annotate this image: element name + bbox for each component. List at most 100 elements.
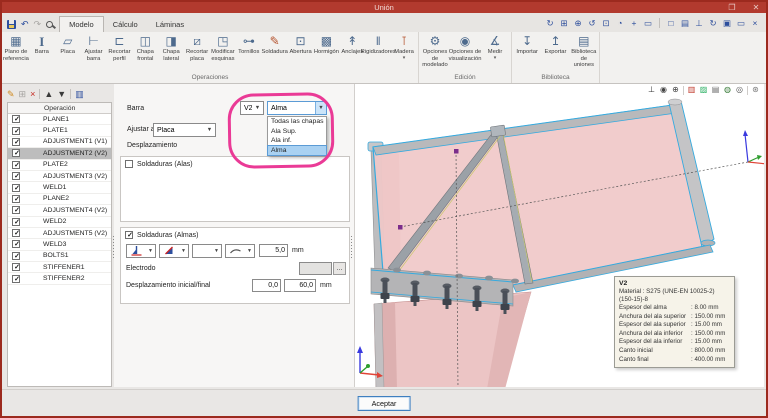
desplazamiento-final-input[interactable]: 60,0 bbox=[284, 279, 316, 292]
visibility-icon[interactable]: ◎ bbox=[735, 85, 744, 95]
orbit-icon[interactable]: ↺ bbox=[587, 18, 597, 28]
search-icon[interactable] bbox=[46, 20, 54, 28]
operation-checkbox[interactable] bbox=[12, 240, 21, 249]
move-down-icon[interactable]: ▼ bbox=[57, 89, 66, 100]
operation-checkbox[interactable] bbox=[12, 229, 21, 238]
operation-row[interactable]: WELD3 bbox=[8, 239, 111, 251]
soldaduras-almas-checkbox[interactable] bbox=[125, 231, 134, 240]
ribbon-button-opening[interactable]: ⊡ Abertura bbox=[288, 33, 314, 56]
front-view-icon[interactable]: ▥ bbox=[687, 85, 696, 95]
delete-icon[interactable]: × bbox=[30, 89, 35, 100]
operation-checkbox[interactable] bbox=[12, 137, 21, 147]
panel-splitter[interactable] bbox=[112, 84, 115, 387]
dropdown-option[interactable]: Ala inf. bbox=[268, 136, 326, 146]
weld-size-input[interactable]: 5,0 bbox=[259, 244, 288, 257]
ribbon-button-measure[interactable]: ∡ Medir ▾ bbox=[480, 33, 510, 60]
pan-icon[interactable]: + bbox=[629, 18, 639, 28]
edit-icon[interactable]: ✎ bbox=[7, 89, 15, 100]
ribbon-button-export[interactable]: ↥ Exportar bbox=[541, 33, 569, 56]
operation-row[interactable]: STIFFENER1 bbox=[8, 262, 111, 274]
operation-checkbox[interactable] bbox=[12, 217, 21, 227]
zoom-window-icon[interactable]: ⊡ bbox=[601, 18, 611, 28]
ribbon-button-frontplate[interactable]: ◫ Chapa frontal bbox=[132, 33, 158, 62]
ribbon-button-modelopts[interactable]: ⚙ Opciones de modelado bbox=[420, 33, 450, 69]
orbit-icon[interactable]: ◉ bbox=[659, 85, 668, 95]
operation-row[interactable]: PLANE1 bbox=[8, 114, 111, 126]
attach-icon[interactable]: ▥ bbox=[75, 89, 84, 100]
ribbon-button-ibeam[interactable]: I Barra bbox=[29, 33, 55, 56]
undo-icon[interactable]: ↶ bbox=[21, 19, 29, 29]
operation-row[interactable]: ADJUSTMENT3 (V2) bbox=[8, 171, 111, 183]
sheet-icon[interactable]: ▣ bbox=[722, 18, 732, 28]
operation-row[interactable]: STIFFENER2 bbox=[8, 273, 111, 285]
operation-checkbox[interactable] bbox=[12, 183, 21, 193]
shaded-view-icon[interactable]: ◔ bbox=[615, 18, 625, 28]
operation-checkbox[interactable] bbox=[12, 251, 21, 261]
operation-row[interactable]: ADJUSTMENT5 (V2) bbox=[8, 228, 111, 240]
none-weld-icon[interactable]: ▼ bbox=[192, 244, 222, 258]
desplazamiento-inicial-input[interactable]: 0,0 bbox=[252, 279, 281, 292]
operation-row[interactable]: BOLTS1 bbox=[8, 251, 111, 263]
pan-icon[interactable]: ⊕ bbox=[671, 85, 680, 95]
soldaduras-alas-checkbox[interactable] bbox=[125, 160, 133, 168]
side-view-icon[interactable]: ▨ bbox=[699, 85, 708, 95]
copy-icon[interactable]: ⊞ bbox=[19, 89, 27, 100]
operation-row[interactable]: ADJUSTMENT1 (V1) bbox=[8, 137, 111, 149]
operation-row[interactable]: WELD2 bbox=[8, 217, 111, 228]
operation-row[interactable]: ADJUSTMENT4 (V2) bbox=[8, 205, 111, 217]
operation-row[interactable]: PLATE2 bbox=[8, 160, 111, 171]
viewport-3d[interactable]: ⊥ ◉ ⊕ ▥ ▨ ▤ ◍ ◎ ⊛ V2 Material: S275 (UN… bbox=[354, 84, 764, 387]
plate-dropdown[interactable]: Alma ▼ bbox=[267, 101, 327, 115]
zoom-in-icon[interactable]: ⊕ bbox=[573, 18, 583, 28]
operation-checkbox[interactable] bbox=[12, 194, 21, 204]
operation-row[interactable]: WELD1 bbox=[8, 182, 111, 194]
move-up-icon[interactable]: ▲ bbox=[44, 89, 53, 100]
operation-checkbox[interactable] bbox=[12, 172, 21, 181]
ribbon-button-trimprofile[interactable]: ⊏ Recortar perfil bbox=[107, 33, 133, 62]
operation-checkbox[interactable] bbox=[12, 149, 21, 158]
operation-checkbox[interactable] bbox=[12, 263, 21, 272]
operation-checkbox[interactable] bbox=[12, 115, 21, 124]
grab-icon[interactable]: ⊛ bbox=[751, 85, 760, 95]
tab-láminas[interactable]: Láminas bbox=[147, 17, 193, 32]
save-icon[interactable] bbox=[7, 19, 16, 29]
ribbon-button-trimplate[interactable]: ⧄ Recortar placa bbox=[184, 33, 210, 62]
fillet-weld-icon[interactable]: ▼ bbox=[126, 244, 156, 258]
ribbon-button-concrete[interactable]: ▩ Hormigón bbox=[314, 33, 340, 56]
electrodo-browse-button[interactable]: ... bbox=[333, 262, 346, 275]
redo-icon[interactable]: ↷ bbox=[34, 19, 42, 29]
operation-checkbox[interactable] bbox=[12, 126, 21, 136]
accept-button[interactable]: Aceptar bbox=[357, 396, 411, 411]
rotate-icon[interactable]: ↻ bbox=[708, 18, 718, 28]
perpendicular-icon[interactable]: ⊥ bbox=[694, 18, 704, 28]
contour-weld-icon[interactable]: ▼ bbox=[225, 244, 255, 258]
ribbon-button-plate[interactable]: ▱ Placa bbox=[55, 33, 81, 56]
dropdown-option[interactable]: Todas las chapas bbox=[268, 117, 326, 127]
ribbon-button-corners[interactable]: ◳ Modificar esquinas bbox=[210, 33, 236, 62]
axes-icon[interactable]: ⊥ bbox=[647, 85, 656, 95]
ribbon-button-adjustbar[interactable]: ⊢ Ajustar barra bbox=[81, 33, 107, 62]
operation-row[interactable]: ADJUSTMENT2 (V2) bbox=[8, 148, 111, 160]
ribbon-button-grid[interactable]: ▦ Plano de referencia bbox=[3, 33, 29, 62]
ribbon-button-stiffeners[interactable]: ‖ Rigidizadores bbox=[361, 33, 396, 56]
member-dropdown[interactable]: V2 ▼ bbox=[240, 101, 264, 115]
operation-checkbox[interactable] bbox=[12, 160, 21, 170]
viewport-splitter[interactable] bbox=[350, 84, 353, 387]
tab-cálculo[interactable]: Cálculo bbox=[104, 17, 147, 32]
ajustar-dropdown[interactable]: Placa ▼ bbox=[153, 123, 216, 137]
ribbon-button-wood[interactable]: ⊺ Madera ▾ bbox=[391, 33, 417, 60]
ribbon-button-library[interactable]: ▤ Biblioteca de uniones bbox=[570, 33, 598, 69]
rotate-view-icon[interactable]: ↻ bbox=[545, 18, 555, 28]
comment-icon[interactable]: ▭ bbox=[736, 18, 746, 28]
ribbon-button-bolts[interactable]: ⊶ Tornillos bbox=[236, 33, 262, 56]
ribbon-button-visopts[interactable]: ◉ Opciones de visualización bbox=[449, 33, 482, 62]
ribbon-button-weld[interactable]: ✎ Soldadura bbox=[261, 33, 287, 56]
operation-row[interactable]: PLANE2 bbox=[8, 194, 111, 206]
tab-modelo[interactable]: Modelo bbox=[59, 16, 104, 32]
top-view-icon[interactable]: ▤ bbox=[711, 85, 720, 95]
operation-checkbox[interactable] bbox=[12, 274, 21, 284]
snapshot-icon[interactable]: ▭ bbox=[643, 18, 653, 28]
operation-checkbox[interactable] bbox=[12, 206, 21, 215]
render-icon[interactable]: ◍ bbox=[723, 85, 732, 95]
operation-row[interactable]: PLATE1 bbox=[8, 125, 111, 137]
